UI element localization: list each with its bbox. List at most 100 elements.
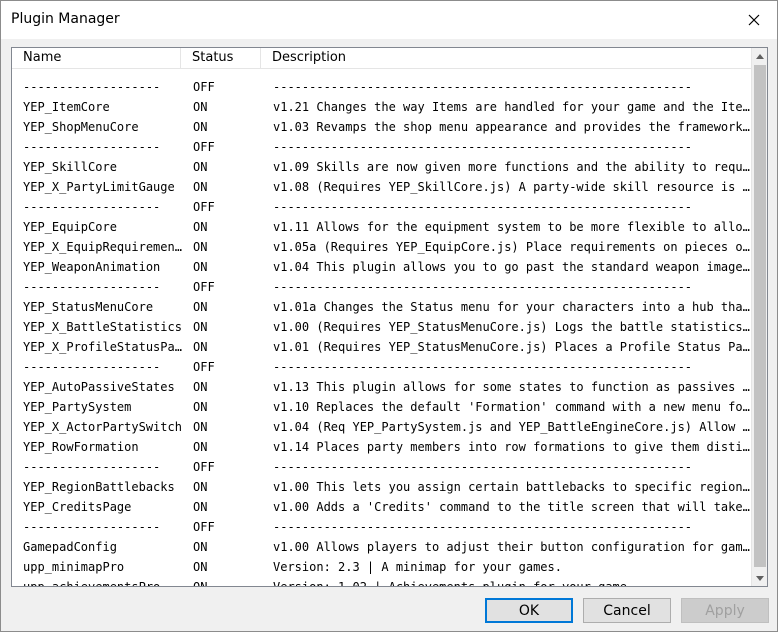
cell-status: ON [193,320,208,334]
chevron-down-icon [756,575,764,581]
cell-description: v1.03 Revamps the shop menu appearance a… [273,120,750,134]
cell-status: ON [193,300,208,314]
table-row[interactable]: ------------------- OFF ------------------… [12,197,753,217]
chevron-up-icon [756,53,764,59]
table-row[interactable]: ------------------- OFF ------------------… [12,517,753,537]
cell-status: ON [193,577,263,586]
scroll-down-button[interactable] [752,570,767,586]
close-icon [748,14,760,26]
cell-status: ON [193,260,208,274]
table-row[interactable]: YEP_PartySystem ON v1.10 Replaces the defa… [12,397,753,417]
cell-status: ON [193,560,208,574]
cell-name: YEP_ItemCore [23,100,110,114]
cell-status: ON [193,220,208,234]
table-row[interactable]: ------------------- OFF ------------------… [12,137,753,157]
cell-name: ------------------- [23,140,161,154]
cell-status: ON [193,540,208,554]
cell-status: ON [193,400,208,414]
cell-description: v1.00 (Requires YEP_StatusMenuCore.js) L… [273,320,750,334]
table-row[interactable]: YEP_StatusMenuCore ON v1.01a Changes the S… [12,297,753,317]
cell-description: v1.08 (Requires YEP_SkillCore.js) A part… [273,180,750,194]
cell-name: YEP_AutoPassiveStates [23,380,175,394]
cell-name: YEP_X_ProfileStatusPage [23,340,188,354]
table-row[interactable]: upp_achievementsPro ON Version: 1.02 | Ach… [12,577,753,586]
cell-description: v1.21 Changes the way Items are handled … [273,100,750,114]
table-row[interactable]: YEP_ShopMenuCore ON v1.03 Revamps the shop… [12,117,753,137]
cell-description: ----------------------------------------… [273,280,693,294]
cell-name: YEP_ShopMenuCore [23,120,139,134]
cell-status: ON [193,480,208,494]
cell-name: ------------------- [23,360,161,374]
cell-description: Version: 1.02 | Achievements plugin for … [273,577,750,586]
table-row[interactable]: ------------------- OFF ------------------… [12,77,753,97]
table-row[interactable]: YEP_X_BattleStatistics ON v1.00 (Requires … [12,317,753,337]
cell-description: ----------------------------------------… [273,140,693,154]
cell-name: YEP_RowFormation [23,440,139,454]
cell-status: ON [193,380,208,394]
cell-status: OFF [193,80,215,94]
cell-name: YEP_StatusMenuCore [23,300,154,314]
cell-name: YEP_EquipCore [23,220,117,234]
list-header: Name Status Description [12,48,753,69]
cell-description: ----------------------------------------… [273,360,693,374]
cell-status: OFF [193,460,215,474]
table-row-partial[interactable]: ----------------------------------------… [12,70,753,77]
cell-name: GamepadConfig [23,540,117,554]
cell-status: OFF [193,520,215,534]
table-row[interactable]: YEP_X_ProfileStatusPage ON v1.01 (Requires… [12,337,753,357]
cell-description: v1.11 Allows for the equipment system to… [273,220,750,234]
cell-status: OFF [193,200,215,214]
apply-button[interactable]: Apply [681,598,769,623]
table-row[interactable]: YEP_X_PartyLimitGauge ON v1.08 (Requires Y… [12,177,753,197]
table-row[interactable]: YEP_EquipCore ON v1.11 Allows for the equi… [12,217,753,237]
cell-name: upp_minimapPro [23,560,125,574]
table-row[interactable]: YEP_CreditsPage ON v1.00 Adds a 'Credits' … [12,497,753,517]
cell-status: ON [193,500,208,514]
cell-description: v1.00 This lets you assign certain battl… [273,480,750,494]
cell-name: YEP_RegionBattlebacks [23,480,175,494]
table-row[interactable]: ------------------- OFF ------------------… [12,277,753,297]
table-row[interactable]: YEP_WeaponAnimation ON v1.04 This plugin a… [12,257,753,277]
cell-description: v1.13 This plugin allows for some states… [273,380,750,394]
table-row[interactable]: YEP_X_EquipRequirements ON v1.05a (Require… [12,237,753,257]
cell-description: v1.09 Skills are now given more function… [273,160,750,174]
cell-status: OFF [193,140,215,154]
cell-status: ON [193,180,208,194]
table-row[interactable]: YEP_RowFormation ON v1.14 Places party mem… [12,437,753,457]
table-row[interactable]: YEP_SkillCore ON v1.09 Skills are now give… [12,157,753,177]
column-header-description[interactable]: Description [261,48,753,69]
cell-name: YEP_X_BattleStatistics [23,320,182,334]
table-row[interactable]: YEP_AutoPassiveStates ON v1.13 This plugin… [12,377,753,397]
plugin-list[interactable]: Name Status Description ----------------… [11,47,768,587]
table-row[interactable]: YEP_ItemCore ON v1.21 Changes the way Item… [12,97,753,117]
cell-description: v1.04 This plugin allows you to go past … [273,260,750,274]
cell-name: YEP_PartySystem [23,400,132,414]
table-row[interactable]: upp_minimapPro ON Version: 2.3 | A minimap… [12,557,753,577]
table-row[interactable]: ------------------- OFF ------------------… [12,357,753,377]
table-row[interactable]: ------------------- OFF ------------------… [12,457,753,477]
cell-name: YEP_WeaponAnimation [23,260,161,274]
title-bar[interactable]: Plugin Manager [1,1,777,39]
cell-status: OFF [193,280,215,294]
cell-name: ------------------- [23,460,161,474]
scrollbar-thumb[interactable] [754,65,766,567]
window-title: Plugin Manager [11,11,120,27]
cell-name: ------------------- [23,520,161,534]
cell-description: ----------------------------------------… [273,80,693,94]
cell-description: v1.01 (Requires YEP_StatusMenuCore.js) P… [273,340,750,354]
scroll-up-button[interactable] [752,48,767,64]
vertical-scrollbar[interactable] [751,48,767,586]
column-header-status[interactable]: Status [181,48,261,69]
cell-description: ----------------------------------------… [273,200,693,214]
ok-button[interactable]: OK [485,598,573,623]
table-row[interactable]: YEP_X_ActorPartySwitch ON v1.04 (Req YEP_P… [12,417,753,437]
close-button[interactable] [731,1,777,39]
table-row[interactable]: GamepadConfig ON v1.00 Allows players to a… [12,537,753,557]
cancel-button[interactable]: Cancel [583,598,671,623]
cell-status: ON [193,100,208,114]
cell-name: ------------------- [23,80,161,94]
table-row[interactable]: YEP_RegionBattlebacks ON v1.00 This lets y… [12,477,753,497]
column-header-name[interactable]: Name [12,48,181,69]
cell-name: upp_achievementsPro [23,577,188,586]
cell-description: ----------------------------------------… [273,70,750,77]
